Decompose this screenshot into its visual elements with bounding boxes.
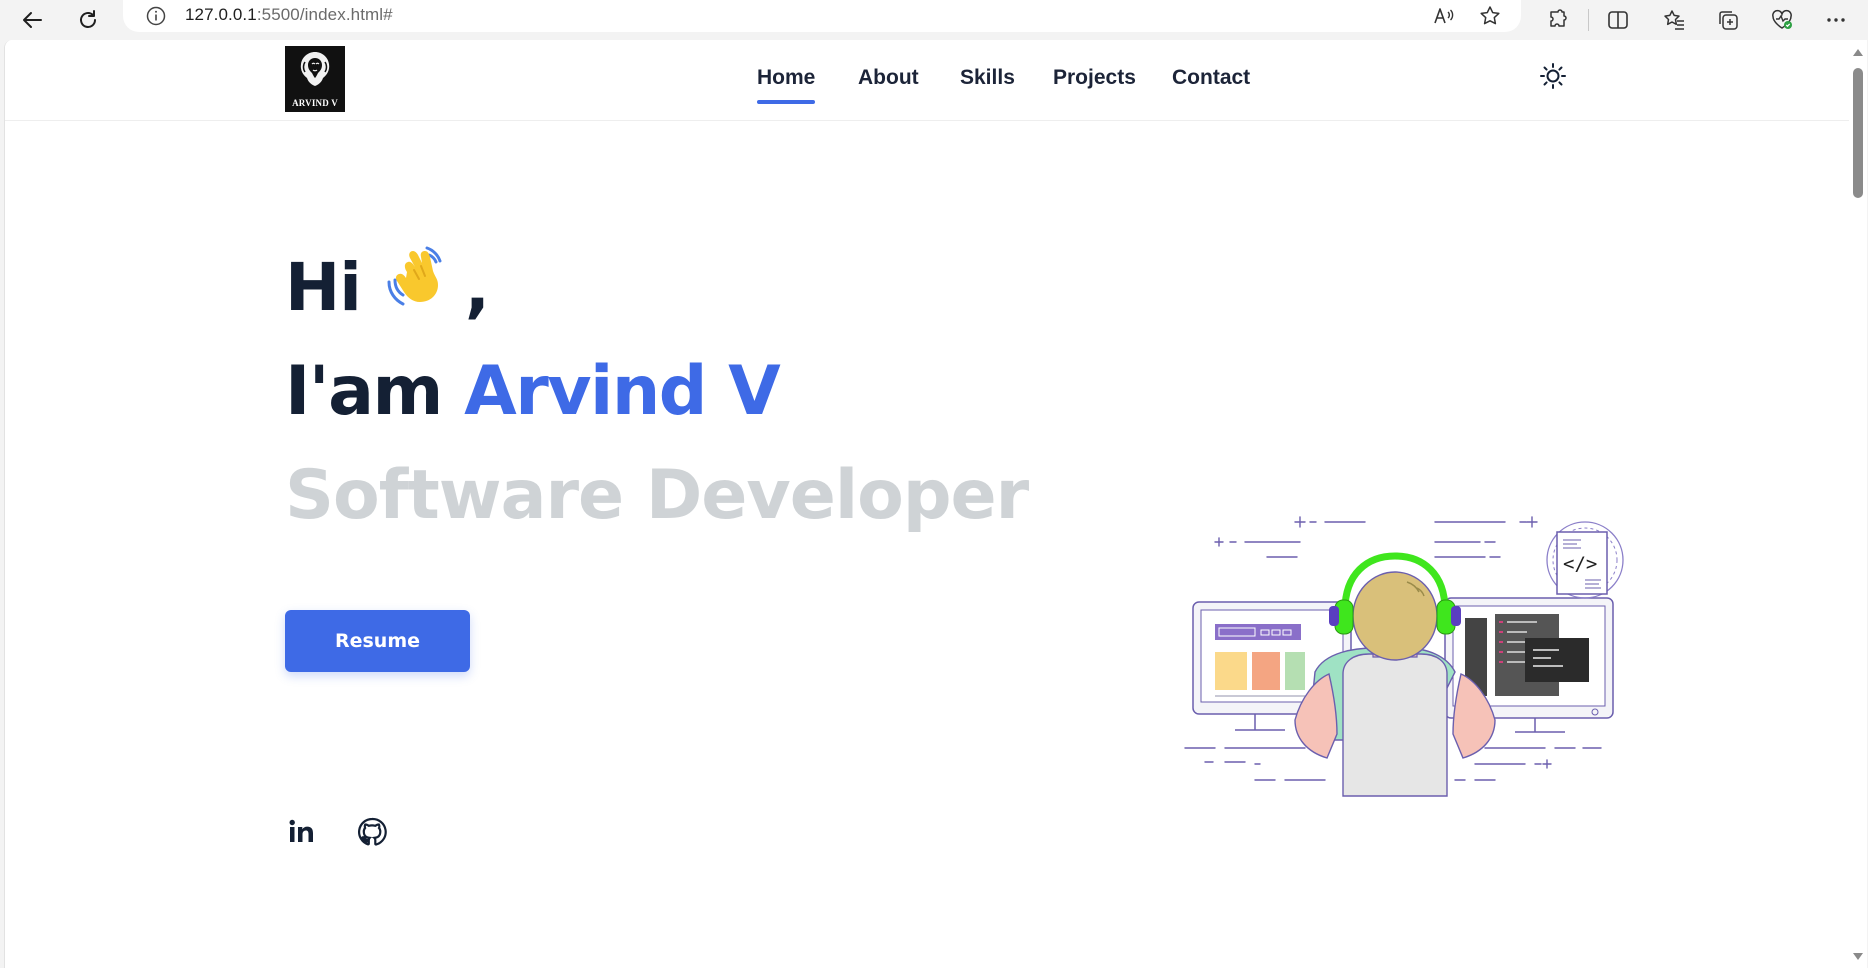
intro-text: I'am [285,352,443,431]
scroll-thumb[interactable] [1853,68,1863,198]
nav-about[interactable]: About [858,66,919,90]
resume-button[interactable]: Resume [285,610,470,672]
nav-home[interactable]: Home [757,66,816,104]
scroll-down-arrow-icon[interactable] [1853,953,1863,960]
url-host: 127.0.0.1 [185,5,257,24]
greeting-comma: , [464,249,490,327]
site-header: ARVIND V Home About Skills Projects Cont… [5,40,1849,121]
linkedin-icon[interactable] [286,816,318,848]
page-scrollbar[interactable] [1849,40,1867,968]
nav-about-label: About [858,66,919,89]
hero-greeting: Hi , [285,246,490,336]
nav-contact[interactable]: Contact [1172,66,1250,90]
waving-hand-icon [383,242,455,330]
url-path: :5500/index.html# [256,5,393,24]
info-icon[interactable] [145,5,167,32]
nav-contact-label: Contact [1172,66,1251,89]
read-aloud-icon[interactable] [1429,2,1459,30]
nav-projects[interactable]: Projects [1053,66,1136,90]
address-bar[interactable]: 127.0.0.1:5500/index.html# [123,0,1521,32]
page-viewport: ARVIND V Home About Skills Projects Cont… [4,40,1867,968]
logo-text: ARVIND V [292,98,338,108]
scroll-up-arrow-icon[interactable] [1853,49,1863,56]
sun-icon [1540,63,1566,89]
more-icon[interactable] [1818,3,1854,37]
nav-skills[interactable]: Skills [960,66,1015,90]
nav-active-indicator [757,100,816,104]
split-screen-icon[interactable] [1600,3,1636,37]
developer-illustration: </> [1184,516,1624,797]
url-text[interactable]: 127.0.0.1:5500/index.html# [185,5,393,25]
collections-icon[interactable] [1710,3,1746,37]
hero-name-line: I'am Arvind V [285,352,781,431]
refresh-icon[interactable] [70,3,106,37]
lion-logo-icon [300,52,330,86]
code-tag-text: </> [1563,553,1597,575]
github-icon[interactable] [356,816,388,848]
nav-skills-label: Skills [960,66,1015,89]
hero-name: Arvind V [464,352,781,431]
nav-home-label: Home [757,66,816,89]
nav-projects-label: Projects [1053,66,1136,89]
hero-role: Software Developer [285,456,1029,535]
site-logo[interactable]: ARVIND V [285,46,345,112]
theme-toggle[interactable] [1539,62,1567,90]
greeting-text: Hi [285,249,362,327]
back-arrow-icon[interactable] [14,3,50,37]
browser-toolbar: 127.0.0.1:5500/index.html# [0,0,1868,40]
favorites-icon[interactable] [1656,3,1692,37]
browser-essentials-icon[interactable] [1764,3,1800,37]
toolbar-divider [1588,9,1589,31]
extensions-icon[interactable] [1540,3,1576,37]
favorite-star-icon[interactable] [1475,2,1505,30]
